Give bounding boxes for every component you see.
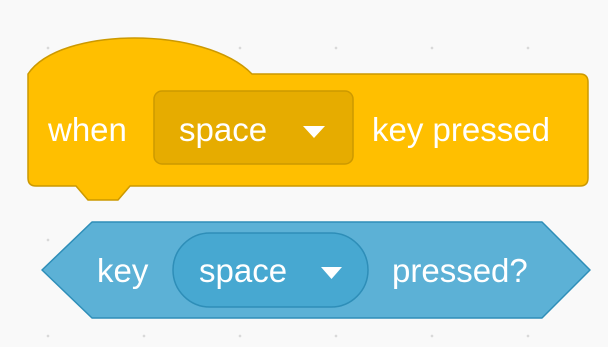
sensing-key-dropdown[interactable]: space — [172, 232, 369, 308]
scripts-workspace: when space key pressed key space pressed… — [0, 0, 608, 347]
blocks-canvas: when space key pressed key space pressed… — [27, 37, 591, 319]
hat-block-label-key-pressed: key pressed — [372, 111, 550, 148]
key-dropdown[interactable]: space — [153, 90, 354, 165]
boolean-block-label-key: key — [97, 252, 149, 289]
sensing-key-dropdown-value: space — [199, 252, 287, 289]
hat-block-label-when: when — [47, 111, 127, 148]
key-dropdown-value: space — [179, 111, 267, 148]
boolean-block-label-pressed: pressed? — [392, 252, 528, 289]
key-pressed-boolean-block[interactable]: key space pressed? — [41, 221, 591, 319]
when-key-pressed-block[interactable]: when space key pressed — [27, 37, 589, 201]
